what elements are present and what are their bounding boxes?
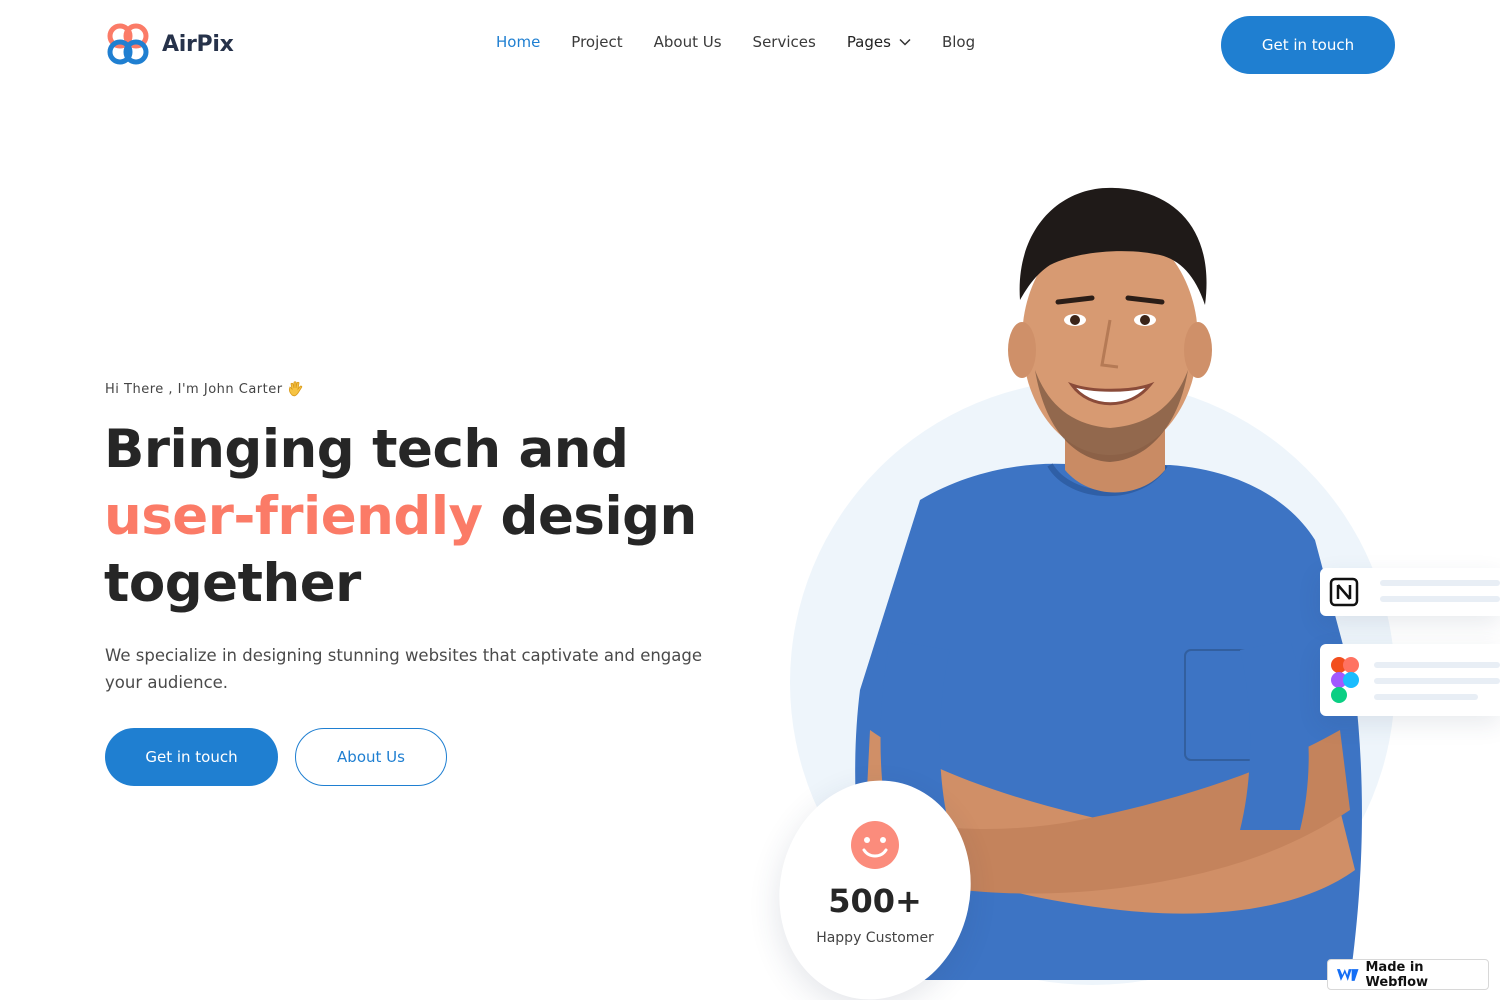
hero-greeting: Hi There , I'm John Carter [105, 380, 305, 398]
hero-description: We specialize in designing stunning webs… [105, 646, 703, 692]
hero-about-us-button[interactable]: About Us [295, 728, 447, 786]
webflow-badge-label: Made in Webflow [1365, 959, 1429, 990]
figma-icon [1331, 657, 1359, 703]
notion-icon [1329, 577, 1359, 607]
nav-item-about-us[interactable]: About Us [654, 33, 722, 51]
nav-item-services[interactable]: Services [753, 33, 816, 51]
header-get-in-touch-button[interactable]: Get in touch [1221, 16, 1395, 74]
hero-title-line1: Bringing tech and [104, 419, 629, 480]
brand-logo[interactable]: AirPix [104, 20, 234, 68]
hero-greeting-text: Hi There , I'm John Carter [105, 381, 283, 397]
figma-card-line [1374, 678, 1500, 684]
airpix-logo-icon [107, 23, 149, 65]
site-header: AirPix Home Project About Us Services Pa… [0, 0, 1500, 90]
notion-card-line [1380, 596, 1500, 602]
hero-title: Bringing tech and user-friendly design t… [104, 416, 744, 617]
figma-tool-card [1320, 644, 1500, 716]
nav-item-pages-label: Pages [846, 33, 891, 51]
stat-card: 500+ Happy Customer [780, 820, 970, 946]
stat-value: 500+ [828, 882, 922, 920]
smiley-icon [851, 821, 899, 869]
nav-item-pages[interactable]: Pages [847, 33, 911, 51]
hero-visual: 500+ Happy Customer [759, 170, 1500, 1000]
hero-title-accent: user-friendly [104, 486, 483, 547]
nav-item-blog[interactable]: Blog [942, 33, 975, 51]
nav-item-home[interactable]: Home [496, 33, 540, 51]
figma-card-line [1374, 662, 1500, 668]
notion-card-line [1380, 580, 1500, 586]
nav-item-project[interactable]: Project [571, 33, 622, 51]
main-nav: Home Project About Us Services Pages Blo… [496, 33, 1006, 51]
waving-hand-icon [288, 381, 302, 397]
webflow-icon [1336, 968, 1359, 981]
stat-label: Happy Customer [816, 930, 934, 946]
figma-card-line [1374, 694, 1478, 700]
notion-tool-card [1320, 568, 1500, 616]
brand-name: AirPix [162, 31, 234, 57]
hero-title-line3: together [104, 553, 361, 614]
hero-buttons: Get in touch About Us [105, 728, 447, 786]
hero-get-in-touch-button[interactable]: Get in touch [105, 728, 278, 786]
hero-title-line2: design [482, 486, 698, 547]
chevron-down-icon [899, 38, 911, 46]
made-in-webflow-badge[interactable]: Made in Webflow [1327, 959, 1489, 990]
